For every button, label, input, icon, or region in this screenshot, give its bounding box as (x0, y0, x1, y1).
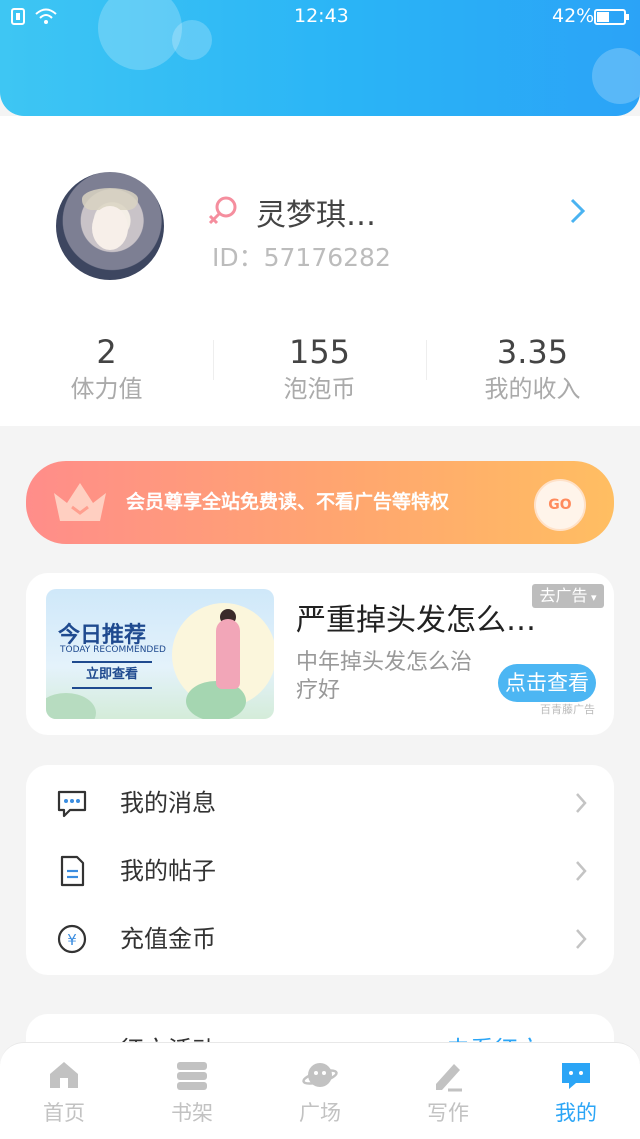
ad-image[interactable]: 今日推荐 TODAY RECOMMENDED 立即查看 (46, 589, 274, 719)
bottom-tab-bar: 首页 书架 广场 写作 我的 (0, 1042, 640, 1139)
coin-icon: ¥ (54, 921, 90, 957)
pen-icon (430, 1057, 466, 1093)
crown-icon (50, 479, 110, 531)
go-button[interactable]: GO (534, 479, 586, 531)
tab-bookshelf[interactable]: 书架 (128, 1043, 256, 1139)
home-icon (46, 1057, 82, 1093)
menu-item-recharge[interactable]: ¥ 充值金币 (26, 905, 614, 973)
ad-decor (216, 619, 240, 689)
tab-mine[interactable]: 我的 (512, 1043, 640, 1139)
ad-description: 中年掉头发怎么治疗好 (296, 650, 473, 703)
ad-image-subtitle: TODAY RECOMMENDED (60, 645, 166, 655)
tab-label: 广场 (299, 1101, 341, 1125)
menu-item-posts[interactable]: 我的帖子 (26, 837, 614, 905)
battery-icon (594, 0, 630, 32)
tab-label: 写作 (427, 1101, 469, 1125)
divider (213, 340, 214, 380)
stat-label: 体力值 (70, 375, 143, 403)
document-icon (54, 853, 90, 889)
tab-home[interactable]: 首页 (0, 1043, 128, 1139)
remove-ad-button[interactable]: 去广告 ▾ (532, 584, 604, 608)
female-icon (206, 194, 240, 232)
chat-bubble-icon (558, 1057, 594, 1093)
avatar-detail (92, 206, 128, 250)
tab-label: 我的 (555, 1101, 597, 1125)
vip-text: 会员尊享全站免费读、不看广告等特权 (126, 491, 450, 513)
ad-decor (46, 693, 96, 719)
stat-value: 2 (96, 333, 117, 371)
chevron-down-icon: ▾ (587, 591, 597, 604)
ad-view-button[interactable]: 点击查看 (498, 664, 596, 702)
bookshelf-icon (174, 1057, 210, 1093)
username[interactable]: 灵梦琪… (256, 190, 376, 234)
tab-square[interactable]: 广场 (256, 1043, 384, 1139)
stat-value: 155 (288, 333, 351, 371)
stat-stamina[interactable]: 2 体力值 (0, 332, 213, 406)
chevron-right-icon (574, 859, 588, 887)
sim-icon (10, 0, 28, 32)
vip-banner[interactable]: 会员尊享全站免费读、不看广告等特权 GO (26, 461, 614, 544)
profile-header: 12:43 42% (0, 0, 640, 116)
decor-bubble (172, 20, 212, 60)
menu-card: 我的消息 我的帖子 ¥ 充值金币 (26, 765, 614, 975)
message-icon (54, 785, 90, 821)
chevron-right-icon (574, 791, 588, 819)
ad-card[interactable]: 今日推荐 TODAY RECOMMENDED 立即查看 严重掉头发怎么… 中年掉… (26, 573, 614, 735)
remove-ad-label: 去广告 (539, 586, 588, 605)
avatar[interactable] (56, 172, 164, 280)
menu-label: 充值金币 (120, 925, 216, 953)
menu-label: 我的帖子 (120, 857, 216, 885)
menu-label: 我的消息 (120, 789, 216, 817)
status-time: 12:43 (294, 5, 349, 27)
menu-item-messages[interactable]: 我的消息 (26, 769, 614, 837)
stat-income[interactable]: 3.35 我的收入 (426, 332, 639, 406)
ad-image-button: 立即查看 (72, 661, 152, 689)
tab-label: 书架 (171, 1101, 213, 1125)
stat-label: 泡泡币 (283, 375, 356, 403)
divider (426, 340, 427, 380)
stat-value: 3.35 (496, 333, 569, 371)
planet-icon (302, 1057, 338, 1093)
user-id: ID：57176282 (212, 243, 391, 272)
ad-source: 百青藤广告 (540, 703, 595, 716)
chevron-right-icon[interactable] (568, 196, 588, 230)
decor-bubble (592, 48, 640, 104)
ad-title: 严重掉头发怎么… (296, 603, 536, 638)
stat-bubble-coins[interactable]: 155 泡泡币 (213, 332, 426, 406)
battery-percent: 42% (552, 5, 595, 27)
stat-label: 我的收入 (484, 375, 581, 403)
chevron-right-icon (574, 927, 588, 955)
wifi-icon (34, 0, 58, 32)
tab-write[interactable]: 写作 (384, 1043, 512, 1139)
svg-text:¥: ¥ (67, 931, 77, 949)
tab-label: 首页 (43, 1101, 85, 1125)
decor-bubble (98, 0, 182, 70)
